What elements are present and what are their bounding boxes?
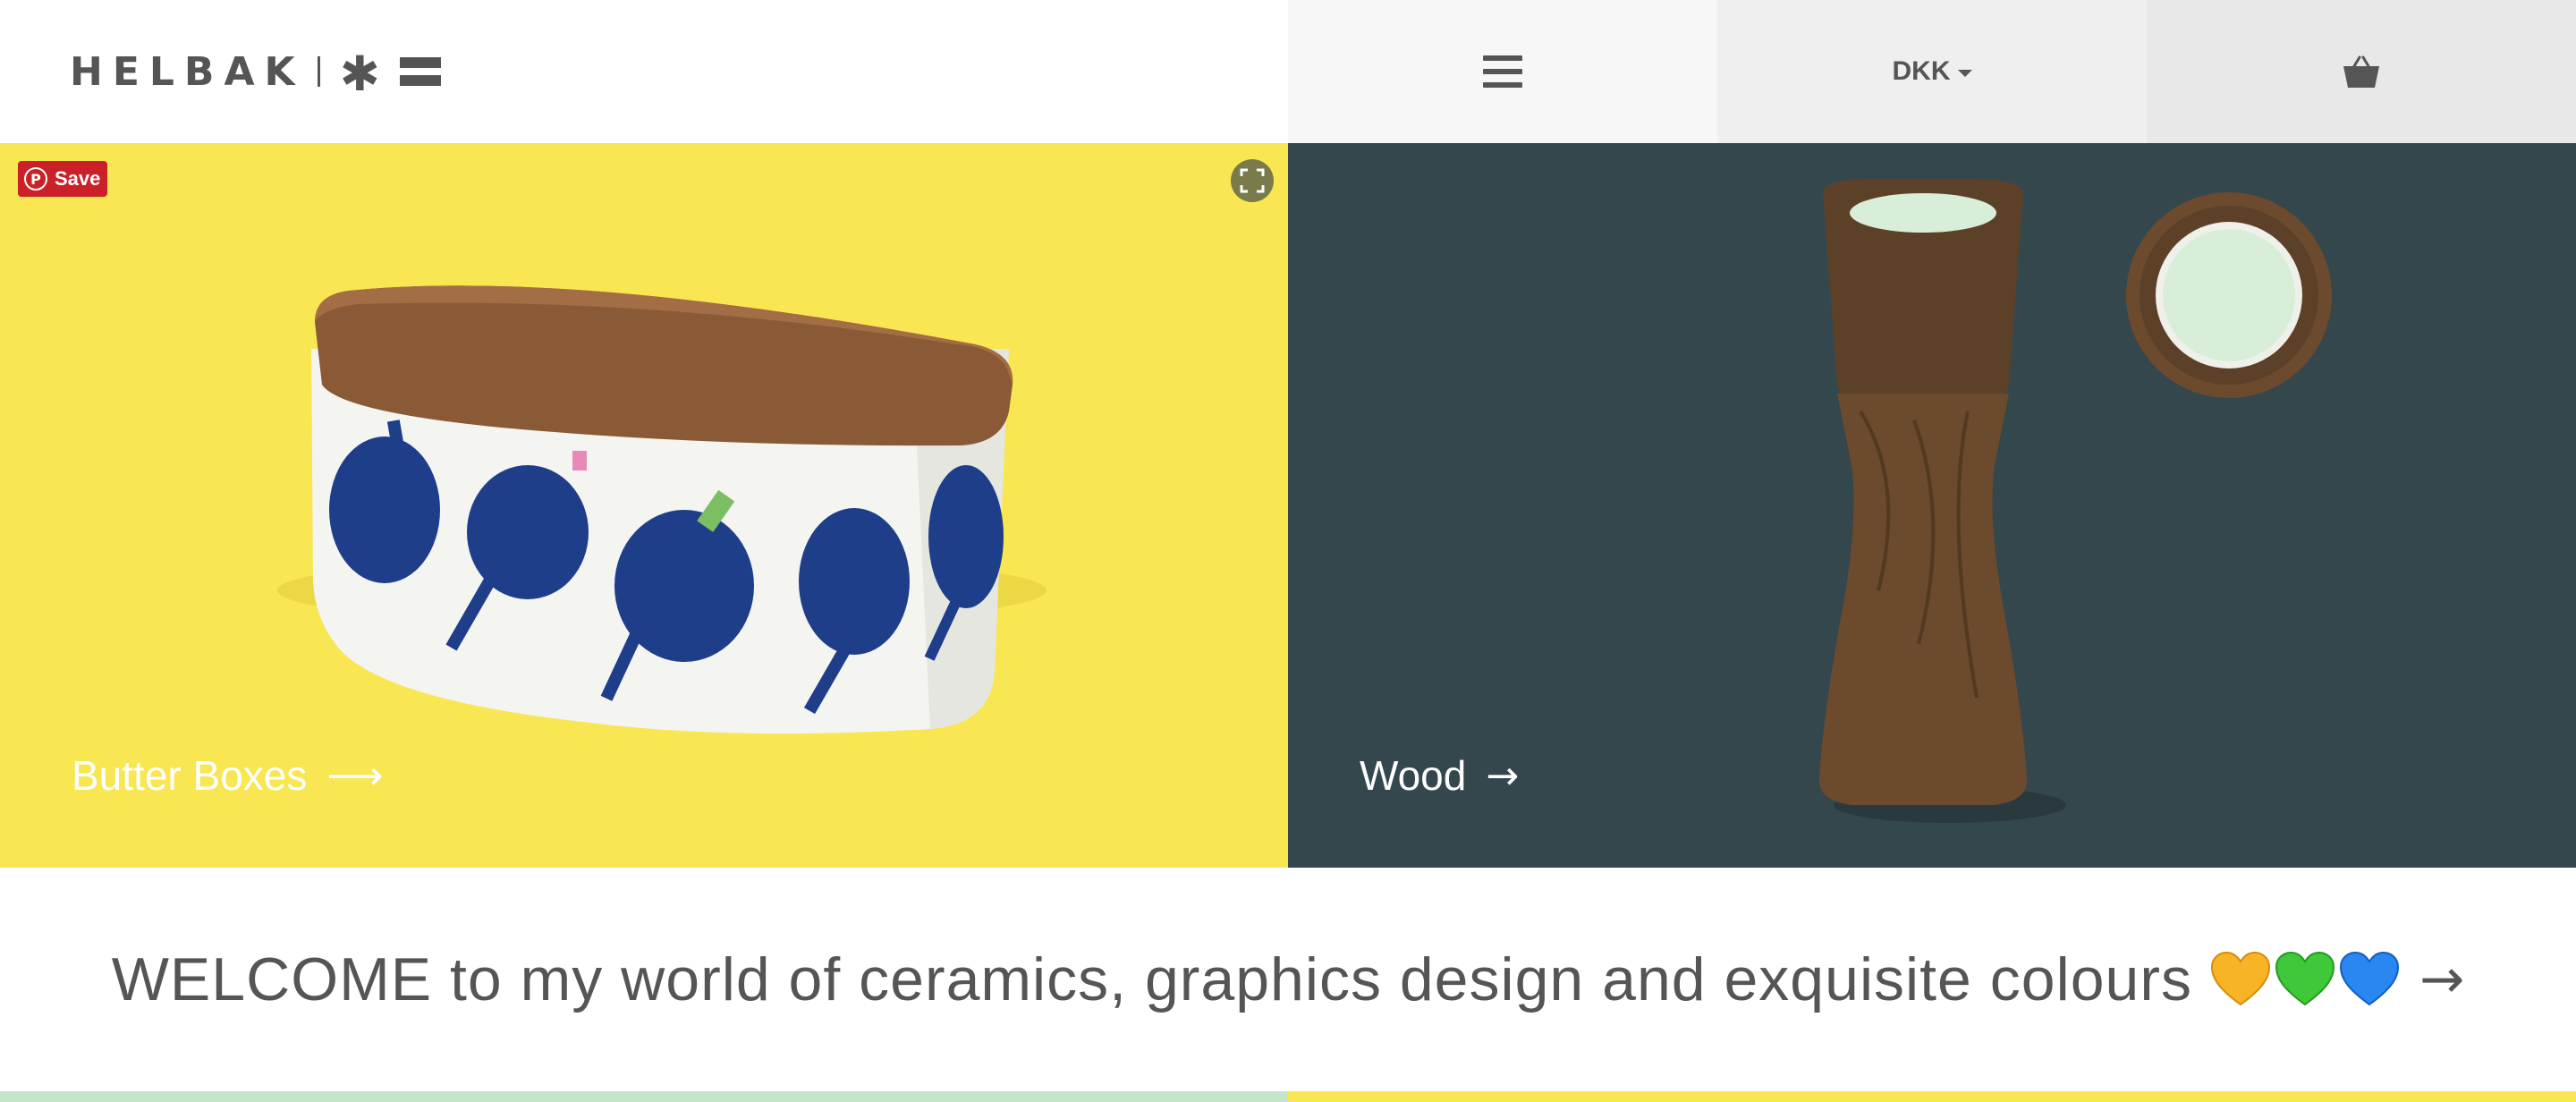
wood-link[interactable]: Wood → xyxy=(1360,751,1519,800)
logo-equals-mark xyxy=(399,57,441,86)
next-section-strip-mint xyxy=(0,1091,1288,1102)
helbak-logo[interactable]: HELBAK ✱ xyxy=(70,45,441,98)
pinterest-icon: P xyxy=(24,167,47,191)
menu-button[interactable] xyxy=(1288,0,1717,143)
butter-boxes-link[interactable]: Butter Boxes ⟶ xyxy=(72,751,383,800)
welcome-hearts xyxy=(2210,951,2400,1008)
butter-boxes-panel[interactable]: P Save Butter Boxes ⟶ xyxy=(0,143,1288,868)
logo-divider xyxy=(317,56,320,87)
logo-asterisk: ✱ xyxy=(339,46,380,102)
currency-selector[interactable]: DKK xyxy=(1717,0,2147,143)
green-heart-icon xyxy=(2275,951,2334,1006)
expand-image-icon xyxy=(1240,168,1265,193)
wood-panel[interactable]: Wood → xyxy=(1288,143,2576,868)
blue-heart-icon xyxy=(2339,951,2399,1006)
logo-area: HELBAK ✱ xyxy=(0,0,1288,143)
shopping-basket-icon xyxy=(2343,55,2379,88)
logo-wordmark: HELBAK xyxy=(70,48,305,95)
arrow-right-icon: ⟶ xyxy=(326,752,384,799)
next-section-strip-yellow xyxy=(1288,1091,2576,1102)
yellow-heart-icon xyxy=(2210,951,2270,1006)
wood-label: Wood xyxy=(1360,752,1467,799)
hamburger-menu-icon xyxy=(1483,55,1522,88)
welcome-text: WELCOME to my world of ceramics, graphic… xyxy=(111,945,2192,1013)
butter-boxes-label: Butter Boxes xyxy=(72,752,308,799)
caret-down-icon xyxy=(1957,70,1972,77)
welcome-link[interactable]: WELCOME to my world of ceramics, graphic… xyxy=(0,868,2576,1091)
site-header: HELBAK ✱ DKK xyxy=(0,0,2576,143)
arrow-right-icon: → xyxy=(1486,752,1520,799)
pinterest-save-button[interactable]: P Save xyxy=(18,161,107,197)
arrow-right-icon: → xyxy=(2419,948,2465,1011)
expand-image-button[interactable] xyxy=(1231,159,1274,202)
currency-label: DKK xyxy=(1892,56,1951,86)
pinterest-save-label: Save xyxy=(55,167,101,190)
cart-button[interactable] xyxy=(2147,0,2576,143)
